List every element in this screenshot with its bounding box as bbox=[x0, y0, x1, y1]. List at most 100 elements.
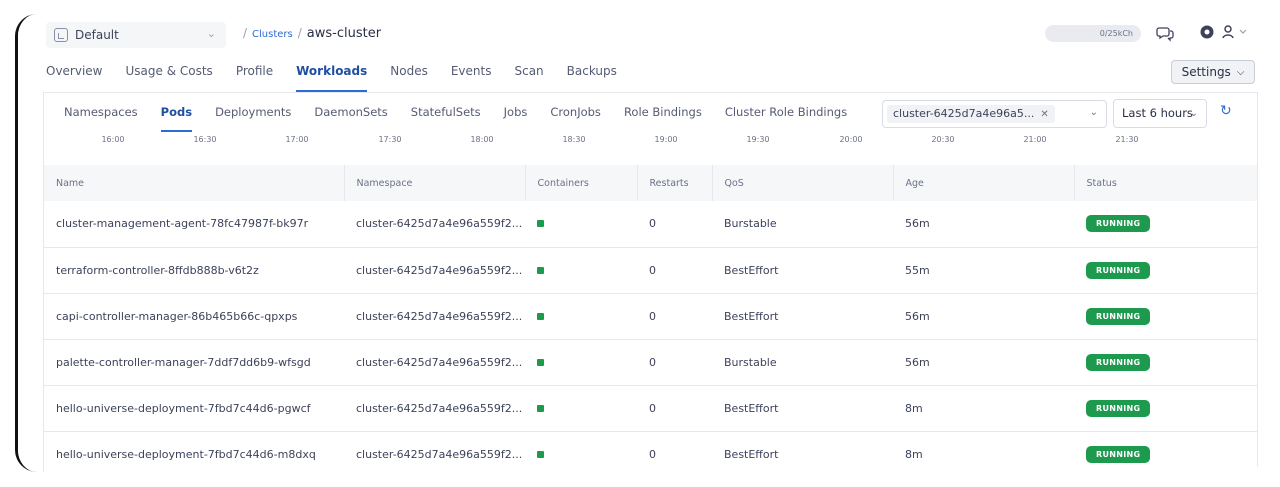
pod-age: 8m bbox=[905, 401, 923, 415]
pod-containers bbox=[525, 431, 637, 472]
container-status-indicator bbox=[537, 404, 544, 412]
table-row[interactable]: terraform-controller-8ffdb888b-v6t2z clu… bbox=[44, 247, 1257, 293]
timeline-tick: 20:30 bbox=[931, 135, 955, 144]
pod-restarts: 0 bbox=[649, 217, 656, 231]
breadcrumb: / Clusters / aws-cluster bbox=[238, 26, 381, 41]
pod-age: 56m bbox=[905, 355, 930, 369]
column-header-status[interactable]: Status bbox=[1073, 165, 1257, 201]
pod-namespace: cluster-6425d7a4e96a559f2... bbox=[356, 447, 523, 461]
refresh-icon[interactable]: ↻ bbox=[1220, 103, 1232, 119]
timeline-tick: 18:30 bbox=[562, 135, 586, 144]
pod-restarts: 0 bbox=[649, 309, 656, 323]
table-row[interactable]: capi-controller-manager-86b465b66c-qpxps… bbox=[44, 293, 1257, 339]
container-status-indicator bbox=[537, 220, 544, 228]
pod-status: RUNNING bbox=[1074, 247, 1257, 293]
pod-namespace: cluster-6425d7a4e96a559f2... bbox=[356, 263, 523, 277]
close-icon[interactable]: ✕ bbox=[1040, 109, 1048, 120]
pod-name[interactable]: hello-universe-deployment-7fbd7c44d6-pgw… bbox=[44, 385, 344, 431]
pod-qos: BestEffort bbox=[724, 447, 779, 461]
main-tabs: Overview Usage & Costs Profile Workloads… bbox=[46, 64, 640, 92]
status-badge: RUNNING bbox=[1086, 445, 1151, 463]
pod-qos: Burstable bbox=[724, 217, 777, 231]
pod-containers bbox=[525, 339, 637, 385]
sub-tabs: Namespaces Pods Deployments DaemonSets S… bbox=[64, 102, 870, 132]
container-status-indicator bbox=[537, 358, 544, 366]
pod-qos: BestEffort bbox=[724, 309, 779, 323]
app-window: Default ⌄ / Clusters / aws-cluster 0/25k… bbox=[15, 14, 1265, 472]
chat-icon[interactable] bbox=[1156, 24, 1174, 42]
pod-restarts: 0 bbox=[649, 263, 656, 277]
time-range-select[interactable]: Last 6 hours ⌄ bbox=[1113, 99, 1207, 128]
top-bar: Default ⌄ / Clusters / aws-cluster 0/25k… bbox=[18, 14, 1265, 58]
pod-containers bbox=[525, 385, 637, 431]
column-header-namespace[interactable]: Namespace bbox=[343, 165, 525, 201]
timeline-tick: 19:30 bbox=[746, 135, 770, 144]
pod-name[interactable]: palette-controller-manager-7ddf7dd6b9-wf… bbox=[44, 339, 344, 385]
pod-containers bbox=[525, 247, 637, 293]
pod-name[interactable]: capi-controller-manager-86b465b66c-qpxps bbox=[44, 293, 344, 339]
breadcrumb-clusters-link[interactable]: Clusters bbox=[252, 29, 293, 40]
chevron-down-icon: ⌵ bbox=[1236, 66, 1245, 78]
column-header-name[interactable]: Name bbox=[44, 165, 344, 201]
table-row[interactable]: hello-universe-deployment-7fbd7c44d6-m8d… bbox=[44, 431, 1257, 472]
breadcrumb-separator: / bbox=[243, 26, 248, 40]
pod-age: 8m bbox=[905, 447, 923, 461]
project-selector[interactable]: Default ⌄ bbox=[46, 22, 226, 48]
help-icon[interactable] bbox=[1198, 24, 1216, 42]
subtab-deployments[interactable]: Deployments bbox=[215, 102, 291, 132]
pod-containers bbox=[525, 201, 637, 247]
subtab-pods[interactable]: Pods bbox=[160, 102, 193, 132]
project-label: Default bbox=[75, 28, 119, 42]
tab-events[interactable]: Events bbox=[451, 64, 492, 92]
subtab-namespaces[interactable]: Namespaces bbox=[64, 102, 138, 132]
pod-age: 55m bbox=[905, 263, 930, 277]
timeline-tick: 16:30 bbox=[193, 135, 217, 144]
table-row[interactable]: cluster-management-agent-78fc47987f-bk97… bbox=[44, 201, 1257, 247]
timeline-tick: 21:00 bbox=[1023, 135, 1047, 144]
pod-status: RUNNING bbox=[1074, 385, 1257, 431]
tab-backups[interactable]: Backups bbox=[567, 64, 617, 92]
pod-namespace: cluster-6425d7a4e96a559f2... bbox=[356, 309, 523, 323]
tab-nodes[interactable]: Nodes bbox=[390, 64, 428, 92]
table-row[interactable]: palette-controller-manager-7ddf7dd6b9-wf… bbox=[44, 339, 1257, 385]
timeline-tick: 20:00 bbox=[839, 135, 863, 144]
namespace-filter[interactable]: cluster-6425d7a4e96a5... ✕ ⌄ bbox=[882, 100, 1107, 128]
user-menu-icon[interactable] bbox=[1220, 24, 1250, 42]
pod-name[interactable]: terraform-controller-8ffdb888b-v6t2z bbox=[44, 247, 344, 293]
pod-name[interactable]: cluster-management-agent-78fc47987f-bk97… bbox=[44, 201, 344, 247]
pod-name[interactable]: hello-universe-deployment-7fbd7c44d6-m8d… bbox=[44, 431, 344, 472]
subtab-statefulsets[interactable]: StatefulSets bbox=[411, 102, 481, 132]
subtab-cluster-role-bindings[interactable]: Cluster Role Bindings bbox=[725, 102, 847, 132]
container-status-indicator bbox=[537, 450, 544, 458]
tab-overview[interactable]: Overview bbox=[46, 64, 103, 92]
tab-workloads[interactable]: Workloads bbox=[296, 64, 368, 92]
column-header-restarts[interactable]: Restarts bbox=[636, 165, 712, 201]
pod-qos: BestEffort bbox=[724, 401, 779, 415]
tab-profile[interactable]: Profile bbox=[236, 64, 273, 92]
pod-namespace: cluster-6425d7a4e96a559f2... bbox=[356, 401, 523, 415]
chevron-down-icon: ⌄ bbox=[1089, 107, 1098, 118]
tab-usage-costs[interactable]: Usage & Costs bbox=[126, 64, 213, 92]
settings-button[interactable]: Settings ⌵ bbox=[1171, 60, 1255, 84]
pod-qos: BestEffort bbox=[724, 263, 779, 277]
container-status-indicator bbox=[537, 266, 544, 274]
timeline-tick: 17:00 bbox=[285, 135, 309, 144]
table-row[interactable]: hello-universe-deployment-7fbd7c44d6-pgw… bbox=[44, 385, 1257, 431]
column-header-age[interactable]: Age bbox=[892, 165, 1074, 201]
subtab-role-bindings[interactable]: Role Bindings bbox=[624, 102, 702, 132]
column-header-containers[interactable]: Containers bbox=[524, 165, 637, 201]
tab-scan[interactable]: Scan bbox=[514, 64, 543, 92]
column-header-qos[interactable]: QoS bbox=[711, 165, 893, 201]
timeline-tick: 18:00 bbox=[470, 135, 494, 144]
pods-table: Name Namespace Containers Restarts QoS A… bbox=[44, 165, 1257, 472]
status-badge: RUNNING bbox=[1086, 399, 1151, 417]
page-title: aws-cluster bbox=[306, 26, 382, 41]
container-status-indicator bbox=[537, 312, 544, 320]
pod-status: RUNNING bbox=[1074, 201, 1257, 247]
workloads-panel: Namespaces Pods Deployments DaemonSets S… bbox=[43, 92, 1258, 472]
subtab-cronjobs[interactable]: CronJobs bbox=[550, 102, 601, 132]
subtab-daemonsets[interactable]: DaemonSets bbox=[314, 102, 387, 132]
pod-restarts: 0 bbox=[649, 355, 656, 369]
subtab-jobs[interactable]: Jobs bbox=[504, 102, 528, 132]
pod-age: 56m bbox=[905, 217, 930, 231]
